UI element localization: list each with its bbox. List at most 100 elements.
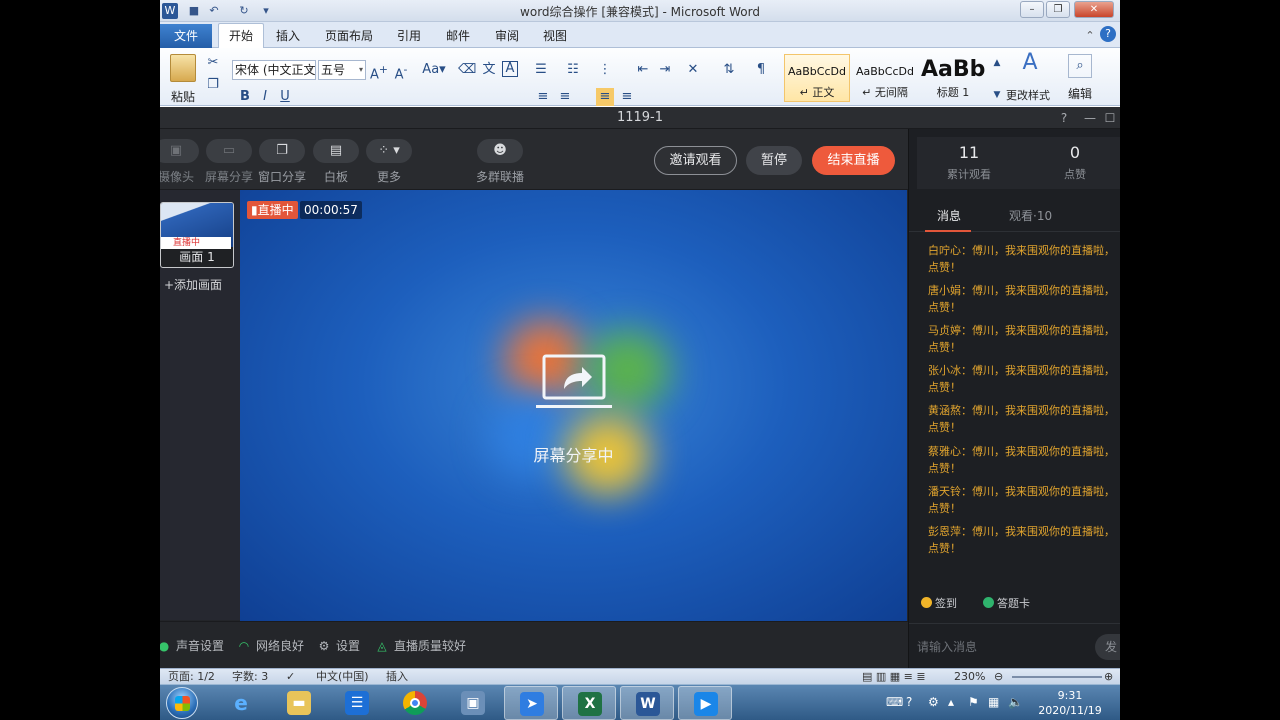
taskbar-chrome[interactable] — [388, 686, 442, 720]
close-button[interactable]: ✕ — [1074, 1, 1114, 18]
help-icon[interactable]: ? — [1100, 26, 1116, 42]
numbering-icon[interactable]: ☷ — [564, 61, 582, 79]
proofing-icon[interactable]: ✓ — [286, 669, 295, 684]
tab-review[interactable]: 审阅 — [495, 27, 519, 44]
start-button[interactable] — [166, 687, 198, 719]
tab-home[interactable]: 开始 — [218, 23, 264, 49]
multi-group-button[interactable]: ☻ 多群联播 — [474, 139, 526, 185]
taskbar-ie[interactable]: e — [214, 686, 268, 720]
taskbar-remote[interactable]: ▣ — [446, 686, 500, 720]
scene-thumbnail[interactable]: 直播中 画面 1 — [160, 202, 234, 268]
live-help-icon[interactable]: ? — [1056, 110, 1072, 126]
live-maximize-icon[interactable]: ☐ — [1102, 110, 1118, 126]
settings-button[interactable]: ⚙ 设置 — [316, 637, 360, 654]
decrease-indent-icon[interactable]: ⇤ — [634, 61, 652, 79]
keyboard-icon[interactable]: ⌨ — [886, 695, 903, 709]
taskbar-word[interactable]: W — [620, 686, 674, 720]
view-buttons-icon[interactable]: ▤ ▥ ▦ ≡ ≣ — [862, 669, 926, 684]
cut-icon[interactable]: ✂ — [204, 54, 222, 72]
increase-indent-icon[interactable]: ⇥ — [656, 61, 674, 79]
end-live-button[interactable]: 结束直播 — [812, 146, 895, 175]
add-scene-button[interactable]: +添加画面 — [164, 276, 222, 293]
tab-messages[interactable]: 消息 — [937, 207, 961, 224]
whiteboard-button[interactable]: ▤ 白板 — [310, 139, 362, 185]
align-left-icon[interactable]: ≡ — [534, 88, 552, 106]
change-case-icon[interactable]: Aa▾ — [422, 61, 446, 79]
edit-label[interactable]: 编辑 — [1068, 85, 1092, 102]
insert-mode[interactable]: 插入 — [386, 669, 408, 684]
taskbar-live[interactable]: ▶ — [678, 686, 732, 720]
binoculars-icon[interactable]: ⌕ — [1068, 54, 1092, 78]
underline-icon[interactable]: U — [276, 88, 294, 106]
multilevel-list-icon[interactable]: ⋮ — [596, 61, 614, 79]
word-count[interactable]: 字数: 3 — [232, 669, 268, 684]
pause-button[interactable]: 暂停 — [746, 146, 802, 175]
tray-help-icon[interactable]: ? — [906, 695, 912, 709]
align-center-icon[interactable]: ≡ — [556, 88, 574, 106]
char-border-icon[interactable]: A — [502, 61, 518, 77]
window-share-button[interactable]: ❐ 窗口分享 — [256, 139, 308, 185]
taskbar-excel[interactable]: X — [562, 686, 616, 720]
network-tray-icon[interactable]: ▦ — [988, 695, 999, 709]
audio-settings-button[interactable]: ● 声音设置 — [160, 637, 224, 654]
tray-settings-icon[interactable]: ⚙ — [928, 695, 939, 709]
action-center-icon[interactable]: ⚑ — [968, 695, 979, 709]
tab-view[interactable]: 视图 — [543, 27, 567, 44]
camera-button[interactable]: ▣ 摄像头 — [160, 139, 202, 185]
zoom-slider[interactable] — [1012, 676, 1102, 678]
italic-icon[interactable]: I — [256, 88, 274, 106]
style-name: ↵ 无间隔 — [862, 86, 908, 99]
styles-scroll-up-icon[interactable]: ▲ — [988, 54, 1006, 72]
justify-icon[interactable]: ≡ — [596, 88, 614, 106]
taskbar-explorer[interactable]: ▬ — [272, 686, 326, 720]
zoom-level[interactable]: 230% — [954, 669, 985, 684]
phonetic-guide-icon[interactable]: 文 — [480, 61, 498, 79]
more-button[interactable]: ⁘ ▾ 更多 — [363, 139, 415, 185]
tab-page-layout[interactable]: 页面布局 — [325, 27, 373, 44]
live-minimize-icon[interactable]: — — [1082, 110, 1098, 126]
send-button[interactable]: 发 — [1095, 634, 1120, 660]
bullets-icon[interactable]: ☰ — [532, 61, 550, 79]
language[interactable]: 中文(中国) — [316, 669, 369, 684]
style-no-spacing[interactable]: AaBbCcDd ↵ 无间隔 — [852, 54, 918, 102]
font-name-combo[interactable]: 宋体 (中文正文) ▾ — [232, 60, 316, 80]
change-styles-label[interactable]: 更改样式 — [1006, 87, 1050, 103]
page-count[interactable]: 页面: 1/2 — [168, 669, 215, 684]
tab-mailings[interactable]: 邮件 — [446, 27, 470, 44]
chat-input[interactable] — [917, 637, 1087, 657]
tab-references[interactable]: 引用 — [397, 27, 421, 44]
shrink-font-icon[interactable]: A- — [392, 61, 410, 82]
chinese-layout-icon[interactable]: ✕ — [684, 61, 702, 79]
invite-button[interactable]: 邀请观看 — [654, 146, 737, 175]
collapse-ribbon-icon[interactable]: ⌃ — [1082, 28, 1098, 44]
tab-file[interactable]: 文件 — [160, 24, 212, 48]
zoom-in-icon[interactable]: ⊕ — [1104, 669, 1113, 684]
paste-label[interactable]: 粘贴 — [171, 88, 195, 105]
style-heading-1[interactable]: AaBb 标题 1 — [920, 54, 986, 102]
styles-more-icon[interactable]: ▼ — [988, 86, 1006, 104]
clear-format-icon[interactable]: ⌫ — [458, 61, 476, 79]
show-hidden-icons-icon[interactable]: ▴ — [948, 695, 954, 709]
taskbar-app[interactable]: ☰ — [330, 686, 384, 720]
sort-icon[interactable]: ⇅ — [720, 61, 738, 79]
clipboard-icon[interactable] — [170, 54, 196, 82]
style-normal[interactable]: AaBbCcDd ↵ 正文 — [784, 54, 850, 102]
distributed-icon[interactable]: ≡ — [618, 88, 636, 106]
grow-font-icon[interactable]: A+ — [370, 61, 388, 82]
bold-icon[interactable]: B — [236, 88, 254, 106]
font-size-combo[interactable]: 五号 ▾ — [318, 60, 366, 80]
change-styles-icon[interactable]: A — [1016, 52, 1044, 74]
screen-share-button[interactable]: ▭ 屏幕分享 — [203, 139, 255, 185]
tab-viewers[interactable]: 观看·10 — [1009, 207, 1052, 224]
tab-insert[interactable]: 插入 — [276, 27, 300, 44]
show-marks-icon[interactable]: ¶ — [752, 61, 770, 79]
minimize-button[interactable]: – — [1020, 1, 1044, 18]
zoom-out-icon[interactable]: ⊖ — [994, 669, 1003, 684]
restore-button[interactable]: ❐ — [1046, 1, 1070, 18]
clock[interactable]: 9:31 2020/11/19 — [1030, 688, 1110, 718]
volume-icon[interactable]: 🔈 — [1008, 695, 1023, 709]
checkin-button[interactable]: 签到 — [921, 595, 957, 611]
taskbar-feishu[interactable]: ➤ — [504, 686, 558, 720]
copy-icon[interactable]: ❐ — [204, 76, 222, 94]
answer-card-button[interactable]: 答题卡 — [983, 595, 1030, 611]
